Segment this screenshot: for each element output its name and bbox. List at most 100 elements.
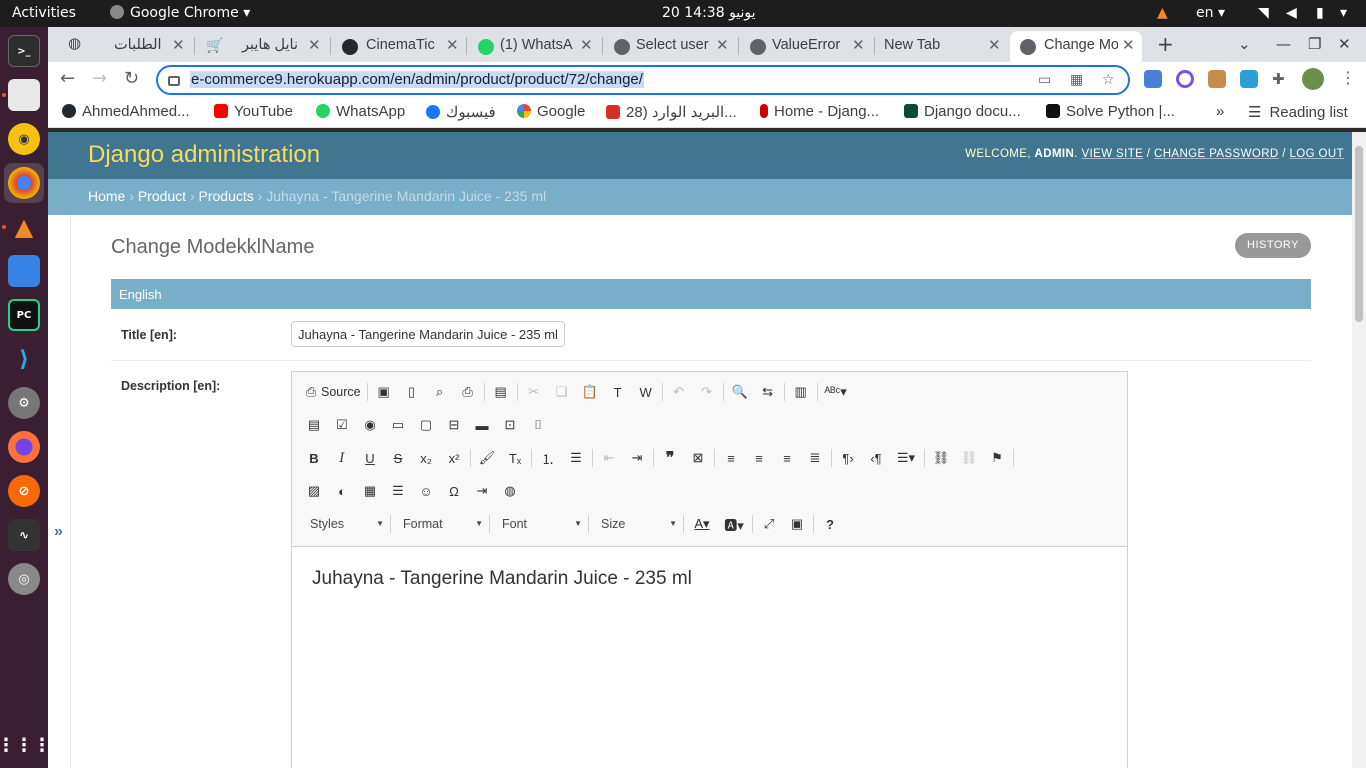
terminal-icon[interactable]: >_ bbox=[8, 35, 40, 67]
button-field-icon[interactable]: ▬ bbox=[468, 413, 496, 437]
breadcrumb-home[interactable]: Home bbox=[88, 188, 125, 204]
bookmarks-overflow-chevron-icon[interactable]: » bbox=[1216, 103, 1224, 120]
undo-icon[interactable]: ↶ bbox=[665, 380, 693, 404]
div-container-icon[interactable]: ⊠ bbox=[684, 446, 712, 470]
source-button[interactable]: ⎙ Source bbox=[302, 380, 365, 404]
logout-link[interactable]: LOG OUT bbox=[1289, 148, 1344, 160]
bookmark-django-home[interactable]: Home - Djang... bbox=[760, 103, 879, 120]
tab-whatsapp[interactable]: (1) WhatsA ✕ bbox=[470, 31, 600, 62]
bookmark-gmail[interactable]: البريد الوارد (28... bbox=[606, 103, 737, 121]
page-break-icon[interactable]: ⇥ bbox=[468, 479, 496, 503]
anchor-flag-icon[interactable]: ⚑ bbox=[983, 446, 1011, 470]
system-monitor-icon[interactable]: ∿ bbox=[8, 519, 40, 551]
redo-icon[interactable]: ↷ bbox=[693, 380, 721, 404]
firefox-icon[interactable] bbox=[8, 431, 40, 463]
align-center-icon[interactable]: ≡ bbox=[745, 446, 773, 470]
cut-icon[interactable]: ✂ bbox=[520, 380, 548, 404]
sidebar-toggle[interactable]: » bbox=[48, 215, 71, 768]
title-input[interactable] bbox=[291, 321, 565, 347]
unlink-icon[interactable]: ⛓ bbox=[955, 446, 983, 470]
bookmark-google[interactable]: Google bbox=[517, 103, 585, 120]
vlc-icon[interactable]: ▲ bbox=[8, 211, 40, 243]
outdent-icon[interactable]: ⇤ bbox=[595, 446, 623, 470]
replace-icon[interactable]: ⇆ bbox=[754, 380, 782, 404]
language-indicator[interactable]: en ▾ bbox=[1196, 5, 1225, 21]
paste-icon[interactable]: 📋 bbox=[576, 380, 604, 404]
subscript-icon[interactable]: x₂ bbox=[412, 446, 440, 470]
chrome-icon[interactable] bbox=[8, 167, 40, 199]
scrollbar-thumb[interactable] bbox=[1355, 146, 1363, 322]
editor-content-area[interactable]: Juhayna - Tangerine Mandarin Juice - 235… bbox=[292, 548, 1127, 768]
vlc-tray-icon[interactable]: ▲ bbox=[1157, 5, 1168, 21]
new-tab-plus-icon[interactable]: + bbox=[1157, 32, 1174, 56]
tab-search-chevron-icon[interactable]: ⌄ bbox=[1238, 35, 1251, 53]
paste-word-icon[interactable]: W bbox=[632, 380, 660, 404]
paste-text-icon[interactable]: T bbox=[604, 380, 632, 404]
wifi-icon[interactable]: ◥ bbox=[1258, 5, 1269, 21]
close-icon[interactable]: ✕ bbox=[172, 36, 185, 54]
flash-icon[interactable]: ◐ bbox=[328, 479, 356, 503]
bold-icon[interactable]: B bbox=[300, 446, 328, 470]
maximize-icon[interactable]: ❐ bbox=[1308, 35, 1321, 53]
remove-format-icon[interactable]: Tₓ bbox=[501, 446, 529, 470]
checkbox-icon[interactable]: ☑ bbox=[328, 413, 356, 437]
star-icon[interactable]: ☆ bbox=[1102, 72, 1115, 88]
safari-like-icon[interactable]: ⊘ bbox=[8, 475, 40, 507]
text-color-icon[interactable]: A▾ bbox=[686, 512, 718, 536]
clock[interactable]: 20 يونيو 14:38 bbox=[662, 5, 756, 21]
horizontal-line-icon[interactable]: ☰ bbox=[384, 479, 412, 503]
justify-icon[interactable]: ≣ bbox=[801, 446, 829, 470]
translate-extension-icon[interactable] bbox=[1144, 70, 1162, 88]
tab-nile-hyper[interactable]: 🛒 نايل هايبر ✕ bbox=[198, 31, 328, 62]
close-icon[interactable]: ✕ bbox=[446, 36, 459, 54]
bookmark-hackerrank[interactable]: Solve Python |... bbox=[1046, 103, 1175, 120]
styles-dropdown[interactable]: Styles ▼ bbox=[300, 512, 388, 536]
preview-icon[interactable]: ⌕ bbox=[426, 380, 454, 404]
cast-icon[interactable]: ▭ bbox=[1038, 72, 1051, 88]
select-field-icon[interactable]: ⊟ bbox=[440, 413, 468, 437]
reload-icon[interactable]: ↻ bbox=[124, 68, 139, 89]
strikethrough-icon[interactable]: S bbox=[384, 446, 412, 470]
superscript-icon[interactable]: x² bbox=[440, 446, 468, 470]
text-field-icon[interactable]: ▭ bbox=[384, 413, 412, 437]
app-grid-icon[interactable]: ⋮⋮⋮ bbox=[0, 729, 51, 761]
font-dropdown[interactable]: Font ▼ bbox=[492, 512, 586, 536]
vscode-icon[interactable]: ⟩ bbox=[8, 343, 40, 375]
background-color-icon[interactable]: 🅰▾ bbox=[718, 512, 750, 536]
copy-icon[interactable]: ❏ bbox=[548, 380, 576, 404]
indent-icon[interactable]: ⇥ bbox=[623, 446, 651, 470]
pycharm-icon[interactable]: PC bbox=[8, 299, 40, 331]
tab-orders[interactable]: الطلبات ✕ bbox=[88, 31, 198, 62]
breadcrumb-product[interactable]: Product bbox=[138, 188, 186, 204]
tab-valueerror[interactable]: ValueError ✕ bbox=[742, 31, 872, 62]
image-icon[interactable]: ▨ bbox=[300, 479, 328, 503]
print-icon[interactable]: ⎙ bbox=[454, 380, 482, 404]
new-page-icon[interactable]: ▯ bbox=[398, 380, 426, 404]
close-icon[interactable]: ✕ bbox=[1122, 36, 1135, 54]
bookmark-whatsapp[interactable]: WhatsApp bbox=[316, 103, 405, 120]
ft-extension-icon[interactable] bbox=[1240, 70, 1258, 88]
smiley-icon[interactable]: ☺ bbox=[412, 479, 440, 503]
qr-code-icon[interactable]: ▦ bbox=[1070, 72, 1083, 88]
format-dropdown[interactable]: Format ▼ bbox=[393, 512, 487, 536]
special-char-omega-icon[interactable]: Ω bbox=[440, 479, 468, 503]
rtl-icon[interactable]: ‹¶ bbox=[862, 446, 890, 470]
volume-icon[interactable]: ◀ bbox=[1286, 5, 1297, 21]
tab-new-tab[interactable]: New Tab ✕ bbox=[878, 31, 1008, 62]
close-icon[interactable]: ✕ bbox=[716, 36, 729, 54]
history-button[interactable]: HISTORY bbox=[1235, 233, 1311, 258]
back-arrow-icon[interactable]: ← bbox=[60, 68, 75, 89]
site-name[interactable]: Django administration bbox=[88, 141, 320, 169]
profile-avatar[interactable] bbox=[1302, 68, 1324, 90]
ltr-icon[interactable]: ¶› bbox=[834, 446, 862, 470]
avatar-extension-icon[interactable] bbox=[1208, 70, 1226, 88]
tab-select-user[interactable]: Select user ✕ bbox=[606, 31, 736, 62]
textarea-icon[interactable]: ▢ bbox=[412, 413, 440, 437]
align-right-icon[interactable]: ≡ bbox=[773, 446, 801, 470]
size-dropdown[interactable]: Size ▼ bbox=[591, 512, 681, 536]
battery-icon[interactable]: ▮ bbox=[1316, 5, 1324, 21]
find-icon[interactable]: 🔍 bbox=[726, 380, 754, 404]
table-icon[interactable]: ▦ bbox=[356, 479, 384, 503]
settings-icon[interactable]: ⚙ bbox=[8, 387, 40, 419]
bookmark-youtube[interactable]: YouTube bbox=[214, 103, 293, 120]
